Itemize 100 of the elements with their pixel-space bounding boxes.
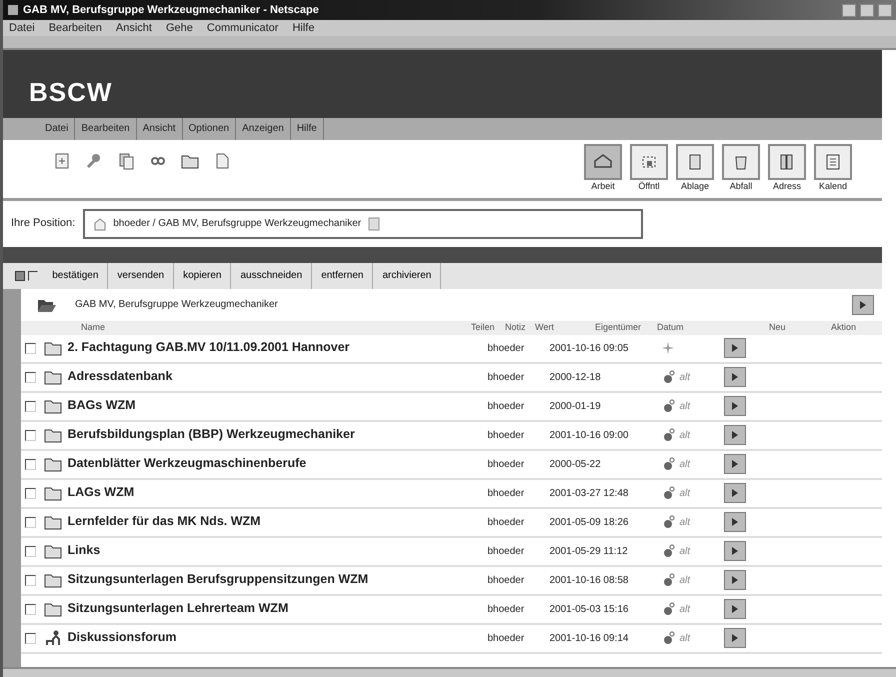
status-text: alt: [680, 544, 690, 558]
action-menu-button[interactable]: [724, 425, 746, 445]
action-button[interactable]: kopieren: [174, 262, 232, 288]
date-text: 2001-10-16 09:14: [550, 632, 630, 646]
menu-item[interactable]: Communicator: [206, 20, 278, 36]
arrow-icon: [730, 517, 738, 527]
date-text: 2000-05-22: [550, 458, 602, 472]
action-menu-button[interactable]: [724, 570, 746, 590]
status-text: alt: [680, 428, 690, 442]
minimize-button[interactable]: [842, 4, 856, 16]
column-header[interactable]: Aktion: [831, 320, 861, 334]
item-link[interactable]: Sitzungsunterlagen Lehrerteam WZM: [68, 602, 488, 616]
menu-item[interactable]: Anzeigen: [236, 118, 291, 140]
checkbox[interactable]: [25, 546, 36, 556]
column-header[interactable]: Teilen: [471, 320, 505, 334]
checkbox[interactable]: [25, 488, 36, 498]
action-menu-button[interactable]: [724, 628, 746, 648]
item-link[interactable]: Links: [68, 544, 488, 558]
close-button[interactable]: [878, 4, 892, 16]
action-menu-button[interactable]: [724, 367, 746, 387]
action-button[interactable]: ausschneiden: [231, 262, 312, 288]
column-header[interactable]: Datum: [657, 320, 769, 334]
item-link[interactable]: Adressdatenbank: [68, 370, 488, 384]
menu-item[interactable]: Bearbeiten: [75, 118, 137, 140]
owner-text: bhoeder: [488, 428, 526, 442]
item-link[interactable]: Datenblätter Werkzeugmaschinenberufe: [68, 457, 488, 471]
date-text: 2001-05-29 11:12: [550, 544, 629, 558]
home-icon: [93, 216, 108, 230]
checkbox[interactable]: [25, 458, 36, 470]
checkbox[interactable]: [25, 632, 36, 644]
date-text: 2001-10-16 09:05: [550, 342, 630, 356]
arrow-icon: [859, 300, 867, 310]
menu-item[interactable]: Ansicht: [136, 118, 183, 140]
action-menu-button[interactable]: [724, 483, 746, 503]
menu-item[interactable]: Optionen: [182, 118, 236, 140]
checkbox[interactable]: [25, 430, 36, 440]
action-menu-button[interactable]: [724, 599, 746, 619]
window-title: GAB MV, Berufsgruppe Werkzeugmechaniker - Netscape: [23, 2, 320, 18]
action-menu-button[interactable]: [724, 396, 746, 416]
menu-item[interactable]: Gehe: [166, 20, 193, 36]
item-link[interactable]: Diskussionsforum: [68, 631, 488, 645]
date-text: 2001-03-27 12:48: [550, 486, 630, 500]
status-text: alt: [680, 400, 690, 414]
checkbox[interactable]: [25, 574, 36, 586]
column-header[interactable]: Eigentümer: [595, 320, 657, 334]
key-icon[interactable]: [85, 152, 103, 170]
item-link[interactable]: 2. Fachtagung GAB.MV 10/11.09.2001 Hannover: [68, 341, 488, 355]
date-text: 2001-10-16 08:58: [550, 574, 630, 588]
arrow-icon: [730, 401, 738, 411]
action-menu-button[interactable]: [724, 338, 746, 358]
column-header[interactable]: Name: [21, 320, 471, 334]
checkbox[interactable]: [25, 372, 36, 382]
owner-text: bhoeder: [488, 458, 526, 472]
action-button[interactable]: archivieren: [373, 262, 442, 288]
owner-text: bhoeder: [488, 574, 526, 588]
documents-icon[interactable]: [117, 152, 135, 170]
status-text: alt: [680, 632, 690, 646]
menu-item[interactable]: Datei: [39, 118, 76, 140]
checkbox[interactable]: [25, 604, 36, 614]
checkbox[interactable]: [25, 342, 36, 354]
owner-text: bhoeder: [488, 342, 526, 356]
status-text: alt: [680, 486, 690, 500]
action-button[interactable]: versenden: [108, 262, 174, 288]
owner-text: bhoeder: [488, 632, 526, 646]
checkbox[interactable]: [25, 516, 36, 528]
item-link[interactable]: LAGs WZM: [68, 486, 488, 500]
status-text: alt: [680, 370, 690, 384]
column-header[interactable]: Wert: [535, 320, 595, 334]
column-header[interactable]: Notiz: [505, 320, 535, 334]
arrow-icon: [730, 633, 738, 643]
status-text: alt: [680, 574, 690, 588]
location-field[interactable]: bhoeder / GAB MV, Berufsgruppe Werkzeugmechaniker: [83, 208, 644, 238]
action-button[interactable]: bestätigen: [43, 262, 108, 288]
arrow-icon: [730, 459, 738, 469]
status-text: alt: [680, 516, 690, 530]
item-link[interactable]: Berufsbildungsplan (BBP) Werkzeugmechaniker: [68, 428, 488, 442]
menu-item[interactable]: Hilfe: [292, 20, 314, 36]
menu-item[interactable]: Bearbeiten: [48, 20, 102, 36]
menu-item[interactable]: Hilfe: [290, 118, 324, 140]
action-menu-button[interactable]: [724, 541, 746, 561]
action-menu-button[interactable]: [724, 454, 746, 474]
column-header[interactable]: Neu: [769, 320, 831, 334]
maximize-button[interactable]: [860, 4, 874, 16]
date-text: 2000-12-18: [550, 370, 602, 384]
menu-item[interactable]: Datei: [9, 20, 35, 36]
action-menu-button[interactable]: [724, 512, 746, 532]
menu-item[interactable]: Ansicht: [116, 20, 152, 36]
arrow-icon: [730, 372, 738, 382]
arrow-icon: [730, 604, 738, 614]
date-text: 2001-05-09 18:26: [550, 516, 630, 530]
item-link[interactable]: Lernfelder für das MK Nds. WZM: [68, 515, 488, 529]
item-link[interactable]: Sitzungsunterlagen Berufsgruppensitzungen WZM: [68, 573, 488, 587]
item-link[interactable]: BAGs WZM: [68, 399, 488, 413]
new-document-icon[interactable]: [53, 152, 71, 170]
action-button[interactable]: entfernen: [312, 262, 374, 288]
owner-text: bhoeder: [488, 516, 526, 530]
action-menu-button[interactable]: [852, 294, 874, 314]
date-text: 2001-05-03 15:16: [550, 602, 630, 616]
select-all-icon: [15, 270, 25, 280]
checkbox[interactable]: [25, 400, 36, 412]
